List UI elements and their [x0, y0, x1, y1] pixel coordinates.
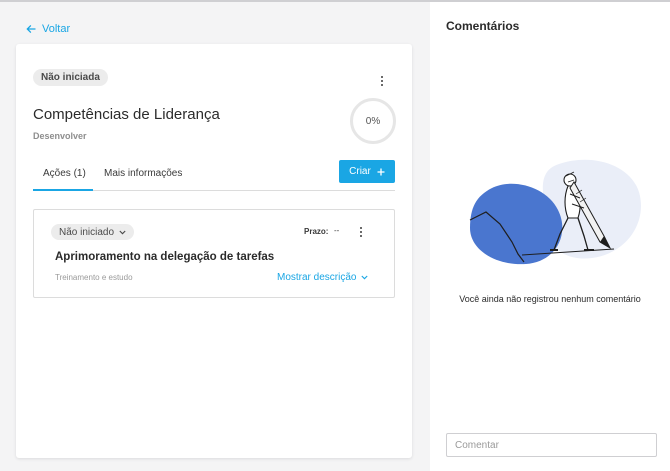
action-title: Aprimoramento na delegação de tarefas [55, 251, 275, 263]
create-button-label: Criar [349, 166, 371, 177]
back-link[interactable]: Voltar [26, 23, 70, 35]
goal-detail-panel: Voltar Não iniciada Competências de Lide… [0, 2, 430, 471]
comments-title: Comentários [446, 19, 520, 33]
plus-icon [377, 168, 385, 175]
goal-status-badge: Não iniciada [33, 69, 108, 86]
goal-progress-ring: 0% [350, 98, 396, 144]
tab-more-info[interactable]: Mais informações [104, 168, 182, 179]
empty-comments-illustration [469, 159, 641, 265]
goal-card: Não iniciada Competências de Liderança D… [16, 44, 412, 458]
chevron-down-icon [119, 230, 126, 234]
active-tab-indicator [33, 189, 93, 191]
due-date-label: Prazo: [304, 227, 329, 236]
show-description-link[interactable]: Mostrar descrição [277, 272, 369, 283]
action-type: Treinamento e estudo [55, 273, 133, 282]
goal-title: Competências de Liderança [33, 106, 220, 123]
chevron-down-icon [361, 275, 369, 280]
tab-actions[interactable]: Ações (1) [43, 168, 86, 179]
create-action-button[interactable]: Criar [339, 160, 395, 183]
arrow-left-icon [26, 25, 36, 33]
show-description-label: Mostrar descrição [277, 272, 357, 283]
due-date-value: -- [334, 226, 340, 235]
back-label: Voltar [42, 23, 71, 35]
goal-progress-label: 0% [365, 115, 381, 127]
action-item-card: Não iniciado Prazo: -- Aprimoramento na … [33, 209, 395, 298]
action-status-label: Não iniciado [59, 226, 115, 238]
empty-comments-message: Você ainda não registrou nenhum comentár… [459, 294, 641, 304]
comments-panel: Comentários Você ainda não registrou nen… [430, 2, 670, 471]
action-more-options-icon[interactable] [355, 225, 367, 239]
goal-category: Desenvolver [33, 131, 87, 141]
goal-more-options-icon[interactable] [376, 74, 388, 88]
action-status-dropdown[interactable]: Não iniciado [51, 224, 135, 240]
comment-input[interactable] [446, 433, 657, 457]
